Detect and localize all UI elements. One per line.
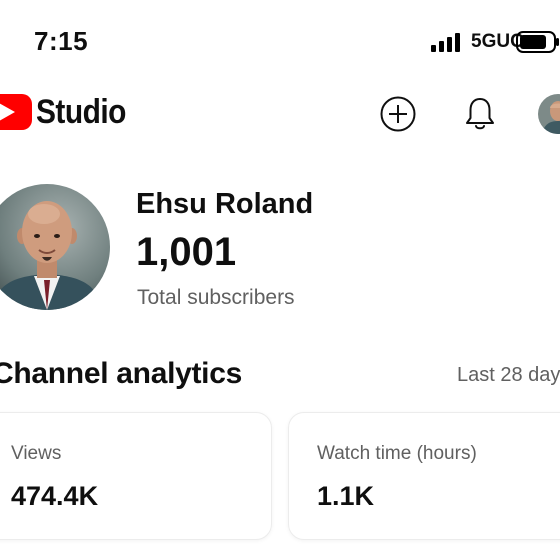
watch-time-card[interactable]: Watch time (hours) 1.1K [288, 412, 560, 540]
bell-icon [466, 98, 494, 130]
analytics-period[interactable]: Last 28 days [457, 364, 560, 387]
battery-icon [516, 31, 559, 53]
notifications-button[interactable] [462, 96, 498, 132]
views-label: Views [11, 443, 62, 464]
views-value: 474.4K [11, 481, 99, 511]
analytics-section-title: Channel analytics [0, 357, 242, 390]
channel-avatar-image [0, 184, 110, 310]
create-icon [380, 96, 416, 132]
subscriber-count: 1,001 [136, 230, 237, 274]
youtube-logo-icon[interactable] [0, 92, 34, 132]
views-card[interactable]: Views 474.4K [0, 412, 272, 540]
watch-time-label: Watch time (hours) [317, 443, 477, 464]
channel-avatar[interactable] [0, 184, 110, 310]
subscriber-label: Total subscribers [137, 286, 295, 309]
avatar-image [538, 94, 560, 134]
signal-strength-icon [431, 33, 460, 52]
watch-time-value: 1.1K [317, 481, 375, 511]
channel-name: Ehsu Roland [136, 188, 314, 220]
studio-brand-label: Studio [36, 93, 126, 131]
account-avatar[interactable] [538, 94, 560, 134]
status-time: 7:15 [34, 26, 89, 56]
create-button[interactable] [380, 96, 416, 132]
studio-home-screen: 7:15 5GUC Studio Ehsu Roland 1,001 Total… [0, 0, 560, 560]
